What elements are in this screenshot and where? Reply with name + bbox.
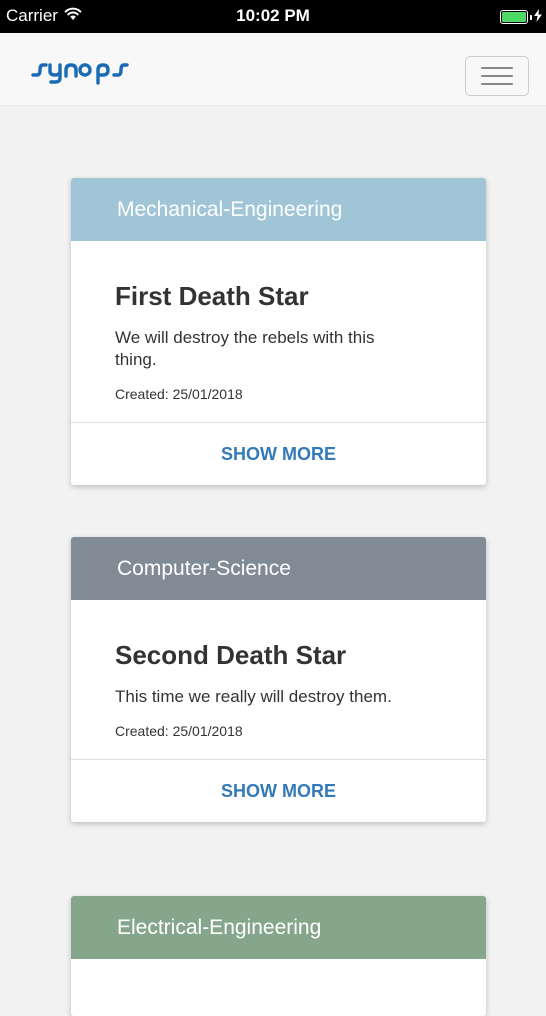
hamburger-icon-bar-2 bbox=[481, 75, 513, 77]
card-body: Second Death Star This time we really wi… bbox=[71, 600, 486, 760]
project-card: Computer-Science Second Death Star This … bbox=[71, 537, 486, 822]
status-time: 10:02 PM bbox=[236, 6, 310, 25]
menu-toggle-button[interactable] bbox=[465, 56, 529, 96]
status-bar: Carrier 10:02 PM bbox=[0, 0, 546, 33]
battery-tip bbox=[530, 14, 532, 20]
card-created-date: Created: 25/01/2018 bbox=[115, 723, 243, 739]
card-body: First Death Star We will destroy the reb… bbox=[71, 241, 486, 423]
card-category-header: Electrical-Engineering bbox=[71, 896, 486, 959]
show-more-button[interactable]: SHOW MORE bbox=[221, 781, 336, 802]
project-card: Mechanical-Engineering First Death Star … bbox=[71, 178, 486, 485]
battery-icon bbox=[500, 10, 528, 24]
hamburger-icon-bar-1 bbox=[481, 67, 513, 69]
project-card: Electrical-Engineering bbox=[71, 896, 486, 1016]
brand-logo[interactable] bbox=[30, 47, 150, 92]
hamburger-icon-bar-3 bbox=[481, 83, 513, 85]
status-right bbox=[500, 7, 542, 27]
card-description: We will destroy the rebels with this thi… bbox=[115, 328, 375, 369]
card-category-header: Mechanical-Engineering bbox=[71, 178, 486, 241]
card-footer: SHOW MORE bbox=[71, 760, 486, 822]
charging-icon bbox=[534, 7, 542, 27]
card-description: This time we really will destroy them. bbox=[115, 687, 392, 706]
navbar bbox=[0, 33, 546, 106]
card-created-date: Created: 25/01/2018 bbox=[115, 386, 243, 402]
card-title: Second Death Star bbox=[115, 640, 347, 670]
card-category-header: Computer-Science bbox=[71, 537, 486, 600]
card-footer: SHOW MORE bbox=[71, 423, 486, 485]
show-more-button[interactable]: SHOW MORE bbox=[221, 444, 336, 465]
card-title: First Death Star bbox=[115, 281, 309, 311]
